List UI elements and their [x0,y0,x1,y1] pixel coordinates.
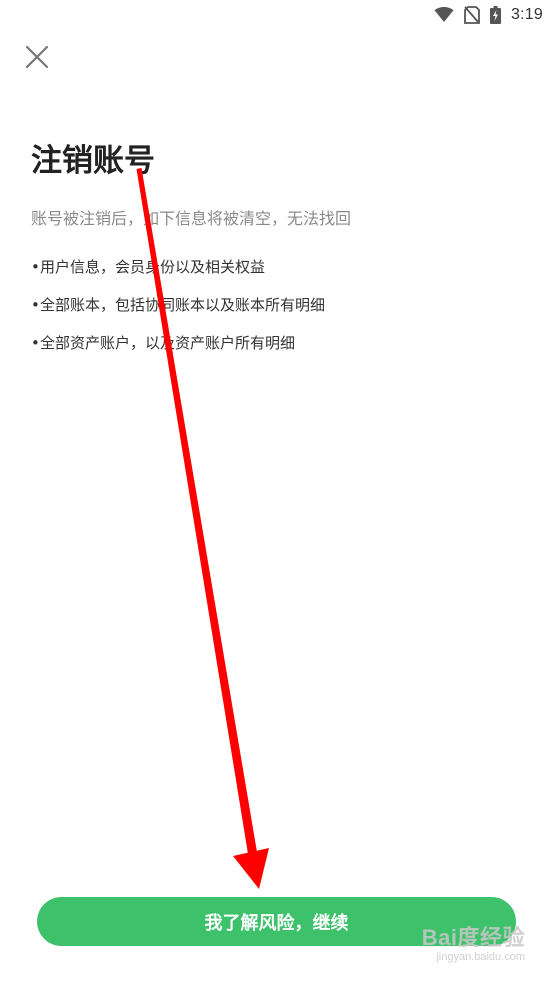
page-title: 注销账号 [31,143,155,179]
watermark-url: jingyan.baidu.com [436,951,525,963]
no-sim-icon [464,6,480,24]
list-item: • 全部资产账户，以及资产账户所有明细 [31,330,325,368]
close-icon [25,45,49,69]
close-button[interactable] [20,40,54,74]
bullet-icon: • [31,296,40,314]
list-item-text: 全部资产账户，以及资产账户所有明细 [40,334,296,352]
battery-charging-icon [490,6,502,24]
status-time: 3:19 [511,6,543,23]
bullet-icon: • [31,334,40,352]
list-item-text: 用户信息，会员身份以及相关权益 [40,258,266,276]
status-bar: 3:19 [0,0,553,30]
status-icons: 3:19 [434,4,543,26]
warning-subtitle: 账号被注销后，如下信息将被清空，无法找回 [31,209,352,228]
cleared-info-list: • 用户信息，会员身份以及相关权益 • 全部账本，包括协同账本以及账本所有明细 … [31,254,325,368]
bullet-icon: • [31,258,40,276]
continue-button[interactable]: 我了解风险，继续 [37,897,516,946]
list-item: • 全部账本，包括协同账本以及账本所有明细 [31,292,325,330]
list-item-text: 全部账本，包括协同账本以及账本所有明细 [40,296,326,314]
wifi-icon [434,7,454,23]
list-item: • 用户信息，会员身份以及相关权益 [31,254,325,292]
